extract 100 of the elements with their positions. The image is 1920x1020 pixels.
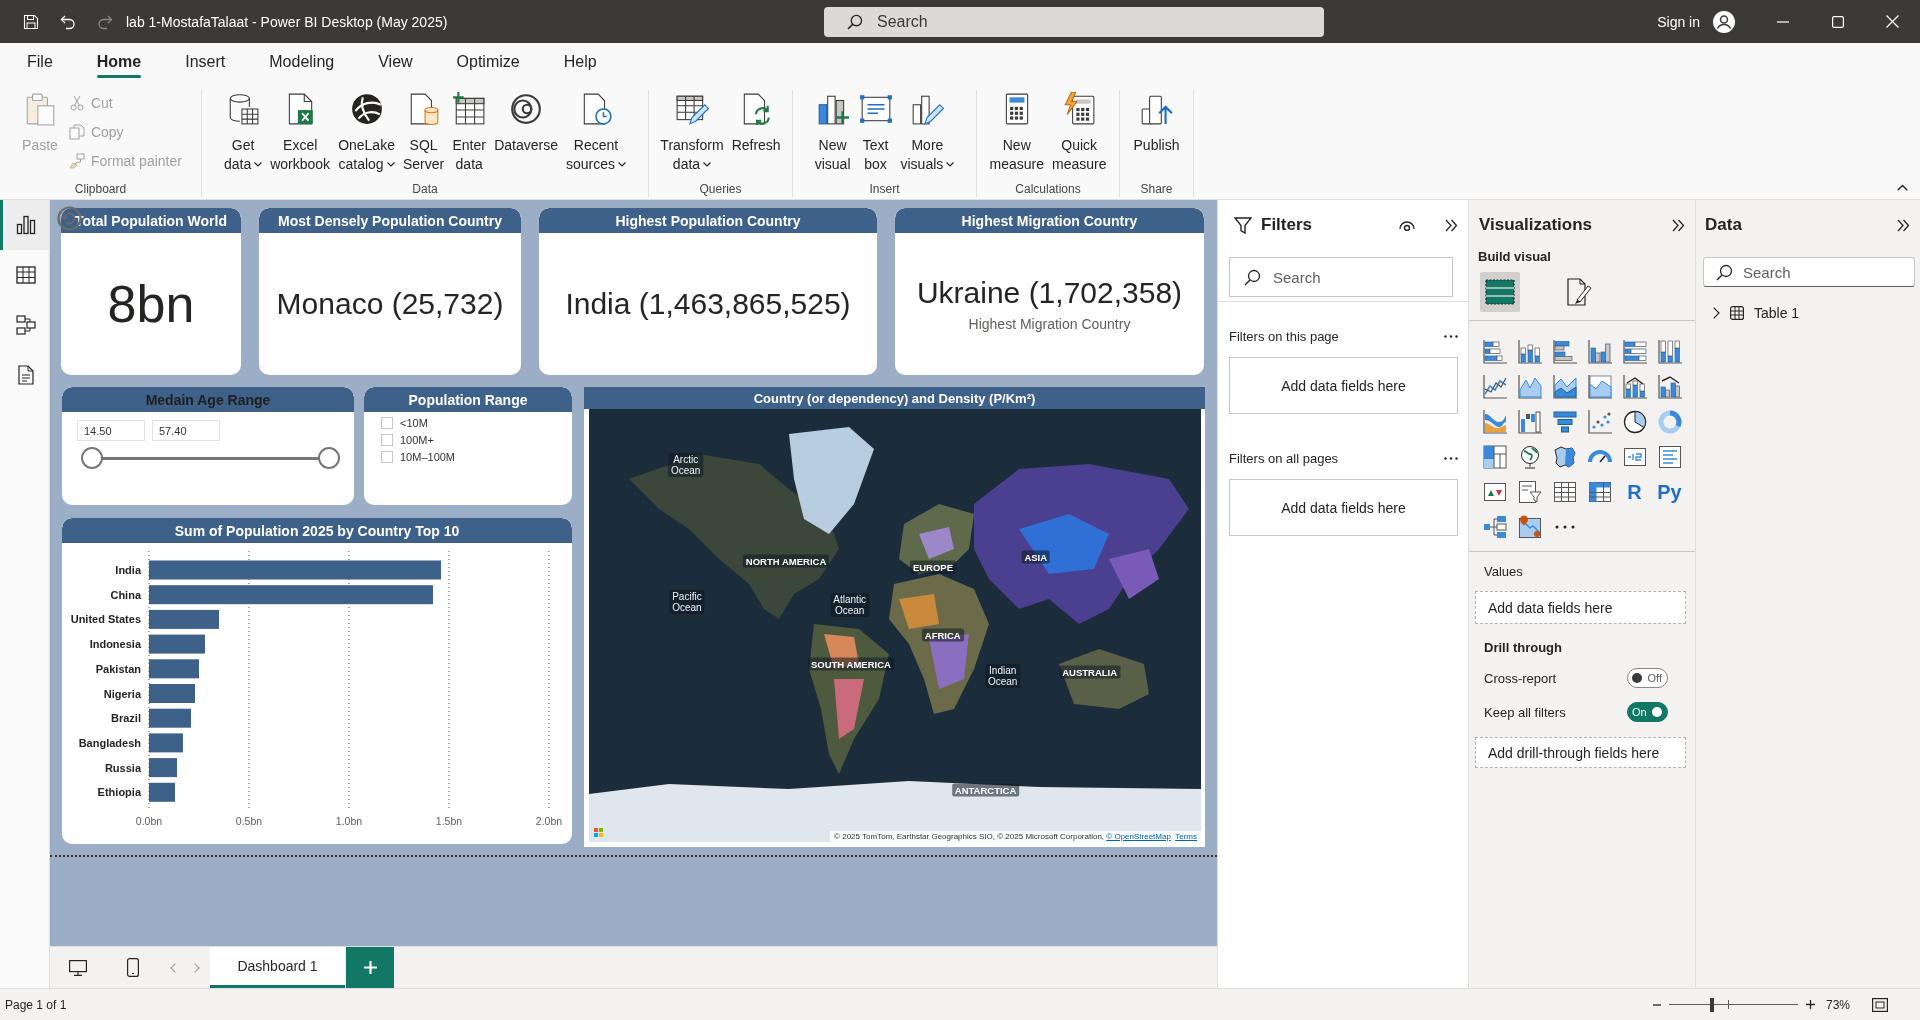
map-pin-icon[interactable]	[1517, 514, 1542, 539]
decomposition-tree-icon[interactable]	[1482, 514, 1507, 539]
menu-tab[interactable]: Home	[86, 43, 152, 80]
text-box-button[interactable]: Text box	[855, 90, 896, 174]
get-data-button[interactable]: Get data	[220, 90, 266, 174]
slider-thumb[interactable]	[1709, 997, 1714, 1012]
percent-area-chart-icon[interactable]	[1587, 374, 1612, 399]
search-field[interactable]: Search	[1229, 257, 1453, 297]
transform-button[interactable]: Transform data	[657, 90, 727, 174]
recent-button[interactable]: Recent sources	[563, 90, 630, 174]
r-visual-button[interactable]: R	[1627, 480, 1642, 503]
publish-button[interactable]: Publish	[1130, 90, 1183, 155]
clustered-column-chart-icon[interactable]	[1587, 339, 1612, 364]
plus-icon[interactable]	[1805, 1000, 1815, 1009]
drop-zone[interactable]: Add data fields here	[1475, 591, 1686, 624]
checkbox[interactable]	[381, 417, 393, 429]
waterfall-chart-icon[interactable]	[1517, 409, 1542, 434]
donut-chart-icon[interactable]	[1657, 409, 1682, 434]
stacked-bar-chart-icon[interactable]	[1482, 339, 1507, 364]
drop-zone[interactable]: Add data fields here	[1229, 357, 1458, 414]
section-label: Filters on all pages	[1229, 450, 1339, 466]
new-visual-button[interactable]: New visual	[811, 90, 854, 174]
slider-handle[interactable]	[81, 447, 103, 469]
table-visual-icon[interactable]	[1552, 479, 1577, 504]
menu-tab[interactable]: Help	[553, 43, 607, 80]
slicer-icon[interactable]	[1517, 479, 1542, 504]
monitor-icon[interactable]	[68, 959, 87, 976]
matrix-icon[interactable]	[1587, 479, 1612, 504]
page-tab[interactable]: Dashboard 1	[210, 947, 345, 988]
ribbon-chart-icon[interactable]	[1482, 409, 1507, 434]
onelake-button[interactable]: OneLake catalog	[335, 90, 398, 174]
scissors-icon	[68, 95, 85, 111]
range-max-field[interactable]: 57.40	[152, 420, 220, 441]
more-options-icon[interactable]	[1444, 456, 1458, 460]
save-icon[interactable]	[22, 13, 39, 30]
minimize-icon[interactable]	[1776, 20, 1789, 23]
close-icon[interactable]	[1886, 15, 1899, 28]
refresh-button[interactable]: Refresh	[728, 90, 784, 155]
stacked-column-chart-icon[interactable]	[1517, 339, 1542, 364]
python-visual-button[interactable]: Py	[1657, 480, 1682, 503]
drop-zone[interactable]: Add data fields here	[1229, 479, 1458, 536]
bar-chart-icon	[16, 215, 36, 235]
pane-mode-tab[interactable]	[1480, 272, 1520, 312]
gauge-icon[interactable]	[1587, 449, 1612, 464]
checkbox[interactable]	[381, 451, 393, 463]
more-options-icon[interactable]	[1554, 524, 1575, 529]
drop-zone[interactable]: Add drill-through fields here	[1475, 737, 1686, 768]
checkbox[interactable]	[381, 434, 393, 446]
double-chevron-icon[interactable]	[1445, 218, 1458, 232]
stacked-area-chart-icon[interactable]	[1552, 374, 1577, 399]
toggle-switch[interactable]: On	[1627, 702, 1668, 722]
search-field[interactable]: Search	[1703, 257, 1915, 287]
line-and-column-chart-icon[interactable]	[1622, 374, 1647, 399]
more-visuals-button[interactable]: More visuals	[897, 90, 958, 174]
multi-row-card-icon[interactable]	[1657, 444, 1682, 469]
line-and-clustered-column-chart-icon[interactable]	[1657, 374, 1682, 399]
minus-icon[interactable]	[1652, 1003, 1661, 1006]
report-view-button[interactable]	[0, 200, 49, 250]
quick-measure-button[interactable]: Quick measure	[1049, 90, 1110, 174]
search-input[interactable]: Search	[1273, 258, 1452, 296]
menu-tab[interactable]: File	[17, 43, 63, 80]
clustered-bar-chart-icon[interactable]	[1552, 339, 1577, 364]
funnel-chart-icon[interactable]	[1552, 409, 1577, 434]
slider-handle[interactable]	[318, 447, 340, 469]
terms-link[interactable]: Terms	[1175, 832, 1197, 841]
maximize-icon[interactable]	[1831, 15, 1844, 28]
pie-chart-icon[interactable]	[1622, 409, 1647, 434]
menu-tab[interactable]: View	[368, 43, 423, 80]
double-chevron-icon[interactable]	[1672, 218, 1685, 232]
area-chart-icon[interactable]	[1517, 374, 1542, 399]
attribution-link[interactable]: © OpenStreetMap	[1106, 832, 1171, 841]
add-page-button[interactable]	[346, 947, 394, 988]
percent-stacked-column-chart-icon[interactable]	[1657, 339, 1682, 364]
menu-tab[interactable]: Modeling	[259, 43, 345, 80]
scatter-chart-icon[interactable]	[1587, 409, 1612, 434]
tree-item[interactable]: Table 1	[1696, 303, 1920, 323]
percent-stacked-bar-chart-icon[interactable]	[1622, 339, 1647, 364]
sql-button[interactable]: SQL Server	[399, 90, 448, 174]
avatar-icon[interactable]	[1713, 10, 1735, 33]
category-label: China	[110, 588, 141, 601]
double-chevron-icon[interactable]	[1897, 218, 1910, 232]
phone-icon[interactable]	[127, 958, 139, 977]
treemap-icon[interactable]	[1482, 444, 1507, 469]
new-measure-button[interactable]: New measure	[986, 90, 1047, 174]
undo-icon[interactable]	[59, 13, 76, 30]
search-input[interactable]: Search	[1743, 258, 1914, 286]
menu-tab[interactable]: Insert	[175, 43, 236, 80]
more-options-icon[interactable]	[1444, 334, 1458, 338]
toggle-switch[interactable]: Off	[1627, 668, 1668, 688]
filled-map-icon[interactable]	[1552, 444, 1577, 469]
dataverse-button[interactable]: Dataverse	[491, 90, 561, 155]
line-chart-icon[interactable]	[1482, 374, 1507, 399]
enter-data-button[interactable]: Enter data	[449, 90, 490, 174]
caret-up-icon[interactable]	[1897, 184, 1908, 191]
eye-icon[interactable]	[1399, 219, 1415, 231]
fit-to-page-icon[interactable]	[1872, 997, 1888, 1012]
range-min-field[interactable]: 14.50	[77, 420, 145, 441]
menu-tab[interactable]: Optimize	[446, 43, 530, 80]
excel-button[interactable]: Excel workbook	[267, 90, 334, 174]
sign-in-link[interactable]: Sign in	[1657, 13, 1700, 30]
